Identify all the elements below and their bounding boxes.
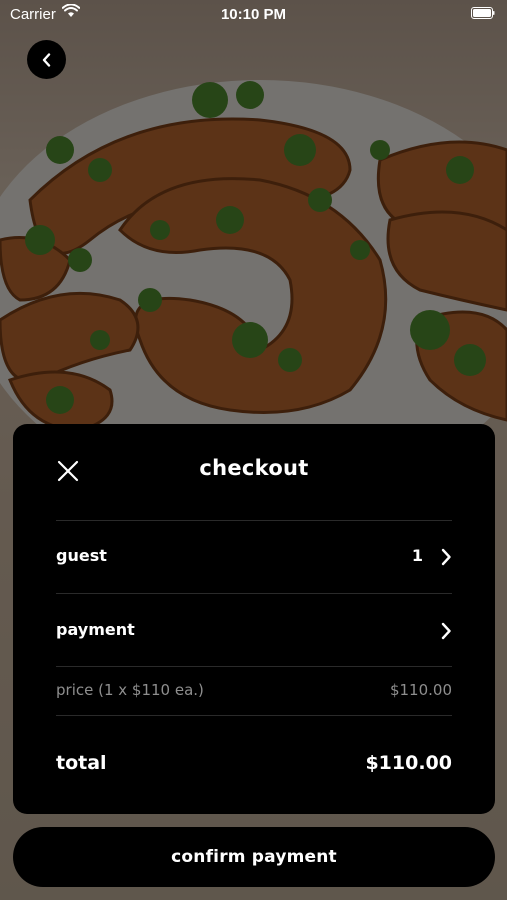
confirm-payment-label: confirm payment xyxy=(171,847,337,867)
total-value: $110.00 xyxy=(365,752,452,774)
divider xyxy=(56,666,452,667)
price-label: price (1 x $110 ea.) xyxy=(56,681,204,699)
total-label: total xyxy=(56,752,107,774)
checkout-title: checkout xyxy=(199,456,309,480)
guest-count: 1 xyxy=(411,546,423,565)
divider xyxy=(56,520,452,521)
status-time: 10:10 PM xyxy=(220,6,287,23)
chevron-right-icon xyxy=(441,622,451,640)
divider xyxy=(56,715,452,716)
back-button[interactable] xyxy=(27,40,66,79)
checkout-sheet: checkout guest 1 payment price (1 x $110… xyxy=(13,424,495,814)
battery-icon xyxy=(471,7,495,19)
guest-label: guest xyxy=(56,546,107,565)
chevron-right-icon xyxy=(441,548,451,566)
price-value: $110.00 xyxy=(389,681,452,699)
divider xyxy=(56,593,452,594)
status-bar: Carrier 10:10 PM xyxy=(0,0,507,28)
confirm-payment-button[interactable]: confirm payment xyxy=(13,827,495,887)
payment-label: payment xyxy=(56,620,135,639)
chevron-left-icon xyxy=(42,52,50,67)
